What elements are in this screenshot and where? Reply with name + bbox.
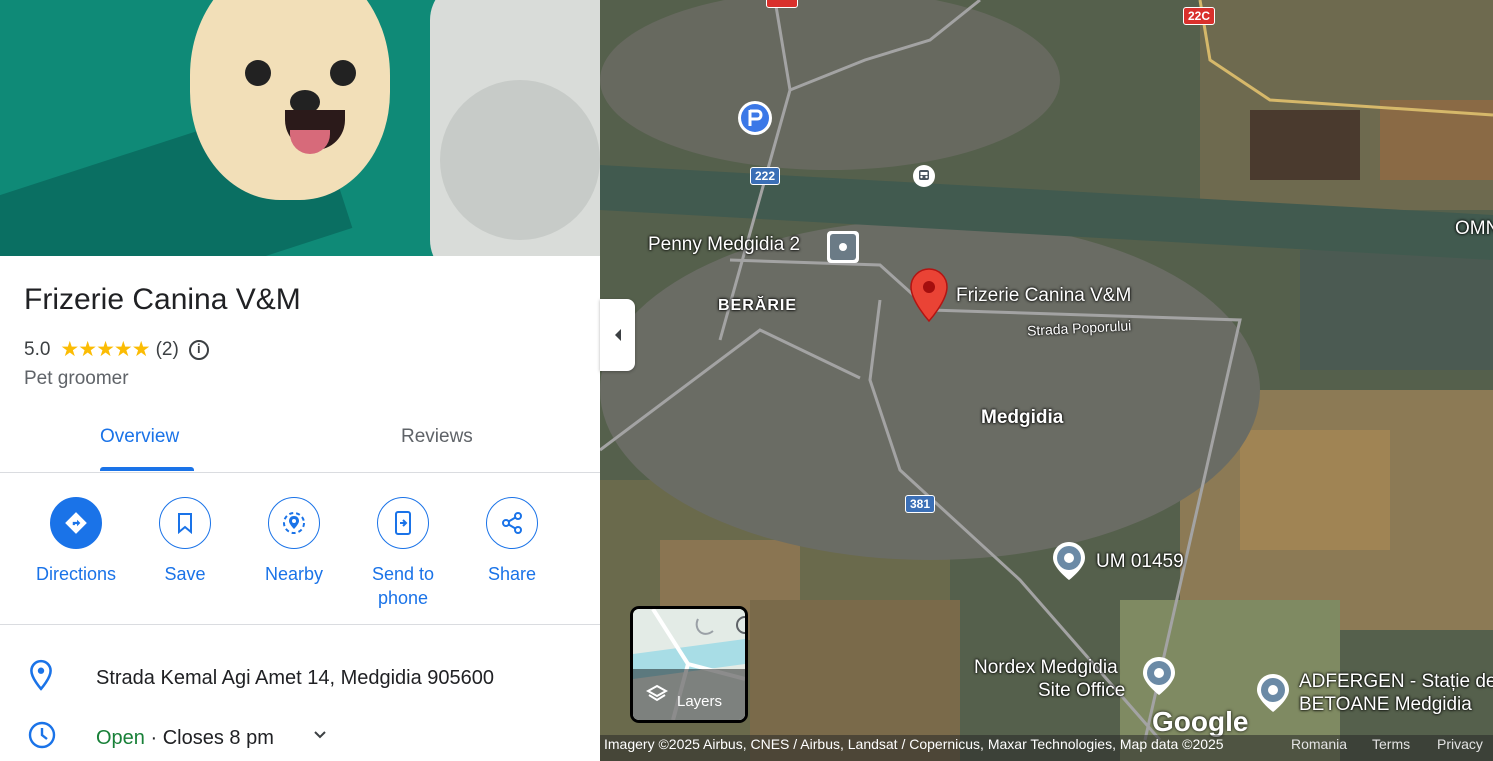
nordex-pin-icon[interactable] xyxy=(1141,655,1177,702)
send-to-phone-label: Send to phone xyxy=(371,564,435,608)
address-text: Strada Kemal Agi Amet 14, Medgidia 90560… xyxy=(96,666,495,689)
map-label-place[interactable]: Frizerie Canina V&M xyxy=(956,285,1131,307)
collapse-panel-button[interactable] xyxy=(600,299,635,371)
rating-stars: ★★★★★ xyxy=(60,338,150,361)
closing-time: · Closes 8 pm xyxy=(144,726,274,749)
map-label-nordex-2[interactable]: Site Office xyxy=(1038,680,1125,702)
dog-eye xyxy=(245,60,271,86)
map-label-city: Medgidia xyxy=(981,407,1064,428)
tab-overview[interactable]: Overview xyxy=(100,426,179,448)
tab-reviews[interactable]: Reviews xyxy=(401,426,473,448)
place-photo[interactable] xyxy=(0,0,600,256)
share-button[interactable]: Share xyxy=(457,497,567,586)
dog-image xyxy=(190,0,390,200)
place-panel: Frizerie Canina V&M 5.0 ★★★★★ (2) Pet gr… xyxy=(0,0,600,761)
directions-icon xyxy=(50,497,102,549)
rating-value: 5.0 xyxy=(24,338,51,360)
bookmark-icon xyxy=(159,497,211,549)
address-row[interactable]: Strada Kemal Agi Amet 14, Medgidia 90560… xyxy=(0,659,600,697)
um-pin-icon[interactable] xyxy=(1051,540,1087,587)
map-attribution-bar: Imagery ©2025 Airbus, CNES / Airbus, Lan… xyxy=(600,735,1493,761)
rating-row: 5.0 ★★★★★ (2) xyxy=(24,337,209,362)
map-label-adfergen[interactable]: ADFERGEN - Stație de xyxy=(1299,671,1493,693)
open-status: Open xyxy=(96,726,145,749)
shop-icon[interactable] xyxy=(826,230,860,269)
clock-icon xyxy=(28,721,56,755)
road-badge-381: 381 xyxy=(905,495,936,513)
active-tab-indicator xyxy=(100,467,194,471)
directions-label: Directions xyxy=(35,564,117,584)
privacy-link[interactable]: Privacy xyxy=(1437,736,1483,752)
nearby-button[interactable]: Nearby xyxy=(239,497,349,586)
chevron-down-icon[interactable] xyxy=(312,726,328,749)
imagery-attribution: Imagery ©2025 Airbus, CNES / Airbus, Lan… xyxy=(604,736,1224,752)
hours-text: Open · Closes 8 pm xyxy=(96,727,274,750)
hours-row[interactable]: Open · Closes 8 pm xyxy=(0,721,600,755)
share-label: Share xyxy=(487,564,537,584)
place-category[interactable]: Pet groomer xyxy=(24,368,129,390)
nearby-icon xyxy=(268,497,320,549)
terms-link[interactable]: Terms xyxy=(1372,736,1410,752)
save-button[interactable]: Save xyxy=(130,497,240,586)
road-badge-top xyxy=(766,0,798,8)
share-icon xyxy=(486,497,538,549)
parking-icon[interactable] xyxy=(737,100,773,141)
directions-button[interactable]: Directions xyxy=(21,497,131,586)
photo-background-detail xyxy=(440,80,600,240)
country-link[interactable]: Romania xyxy=(1291,736,1347,752)
action-buttons: Directions Save Nearby Send to phone Sha… xyxy=(0,497,600,625)
layers-button[interactable]: Layers xyxy=(630,606,748,723)
dog-tongue xyxy=(290,130,330,154)
caret-left-icon xyxy=(614,329,621,341)
nearby-label: Nearby xyxy=(264,564,324,584)
info-icon[interactable] xyxy=(188,339,209,360)
dog-eye xyxy=(330,60,356,86)
train-station-icon[interactable] xyxy=(912,164,936,193)
map-label-nordex[interactable]: Nordex Medgidia xyxy=(974,657,1118,679)
adfergen-pin-icon[interactable] xyxy=(1255,672,1291,719)
road-badge-22c: 22C xyxy=(1183,7,1216,25)
place-title: Frizerie Canina V&M xyxy=(24,283,301,316)
map-label-berarie: BERĂRIE xyxy=(718,297,798,314)
map-label-omn[interactable]: OMN xyxy=(1455,218,1493,240)
tab-bar: Overview Reviews xyxy=(0,410,600,473)
layers-label: Layers xyxy=(677,693,723,710)
map-label-penny[interactable]: Penny Medgidia 2 xyxy=(648,234,800,256)
review-count[interactable]: (2) xyxy=(156,339,179,361)
send-to-phone-icon xyxy=(377,497,429,549)
road-badge-222: 222 xyxy=(750,167,781,185)
map-label-um[interactable]: UM 01459 xyxy=(1096,551,1184,573)
map-label-adfergen-2[interactable]: BETOANE Medgidia xyxy=(1299,694,1472,716)
layers-icon xyxy=(645,683,669,710)
selected-place-pin-icon[interactable] xyxy=(909,267,949,328)
send-to-phone-button[interactable]: Send to phone xyxy=(348,497,458,610)
save-label: Save xyxy=(164,564,206,584)
google-logo: Google xyxy=(1152,706,1249,737)
location-pin-icon xyxy=(28,659,54,697)
